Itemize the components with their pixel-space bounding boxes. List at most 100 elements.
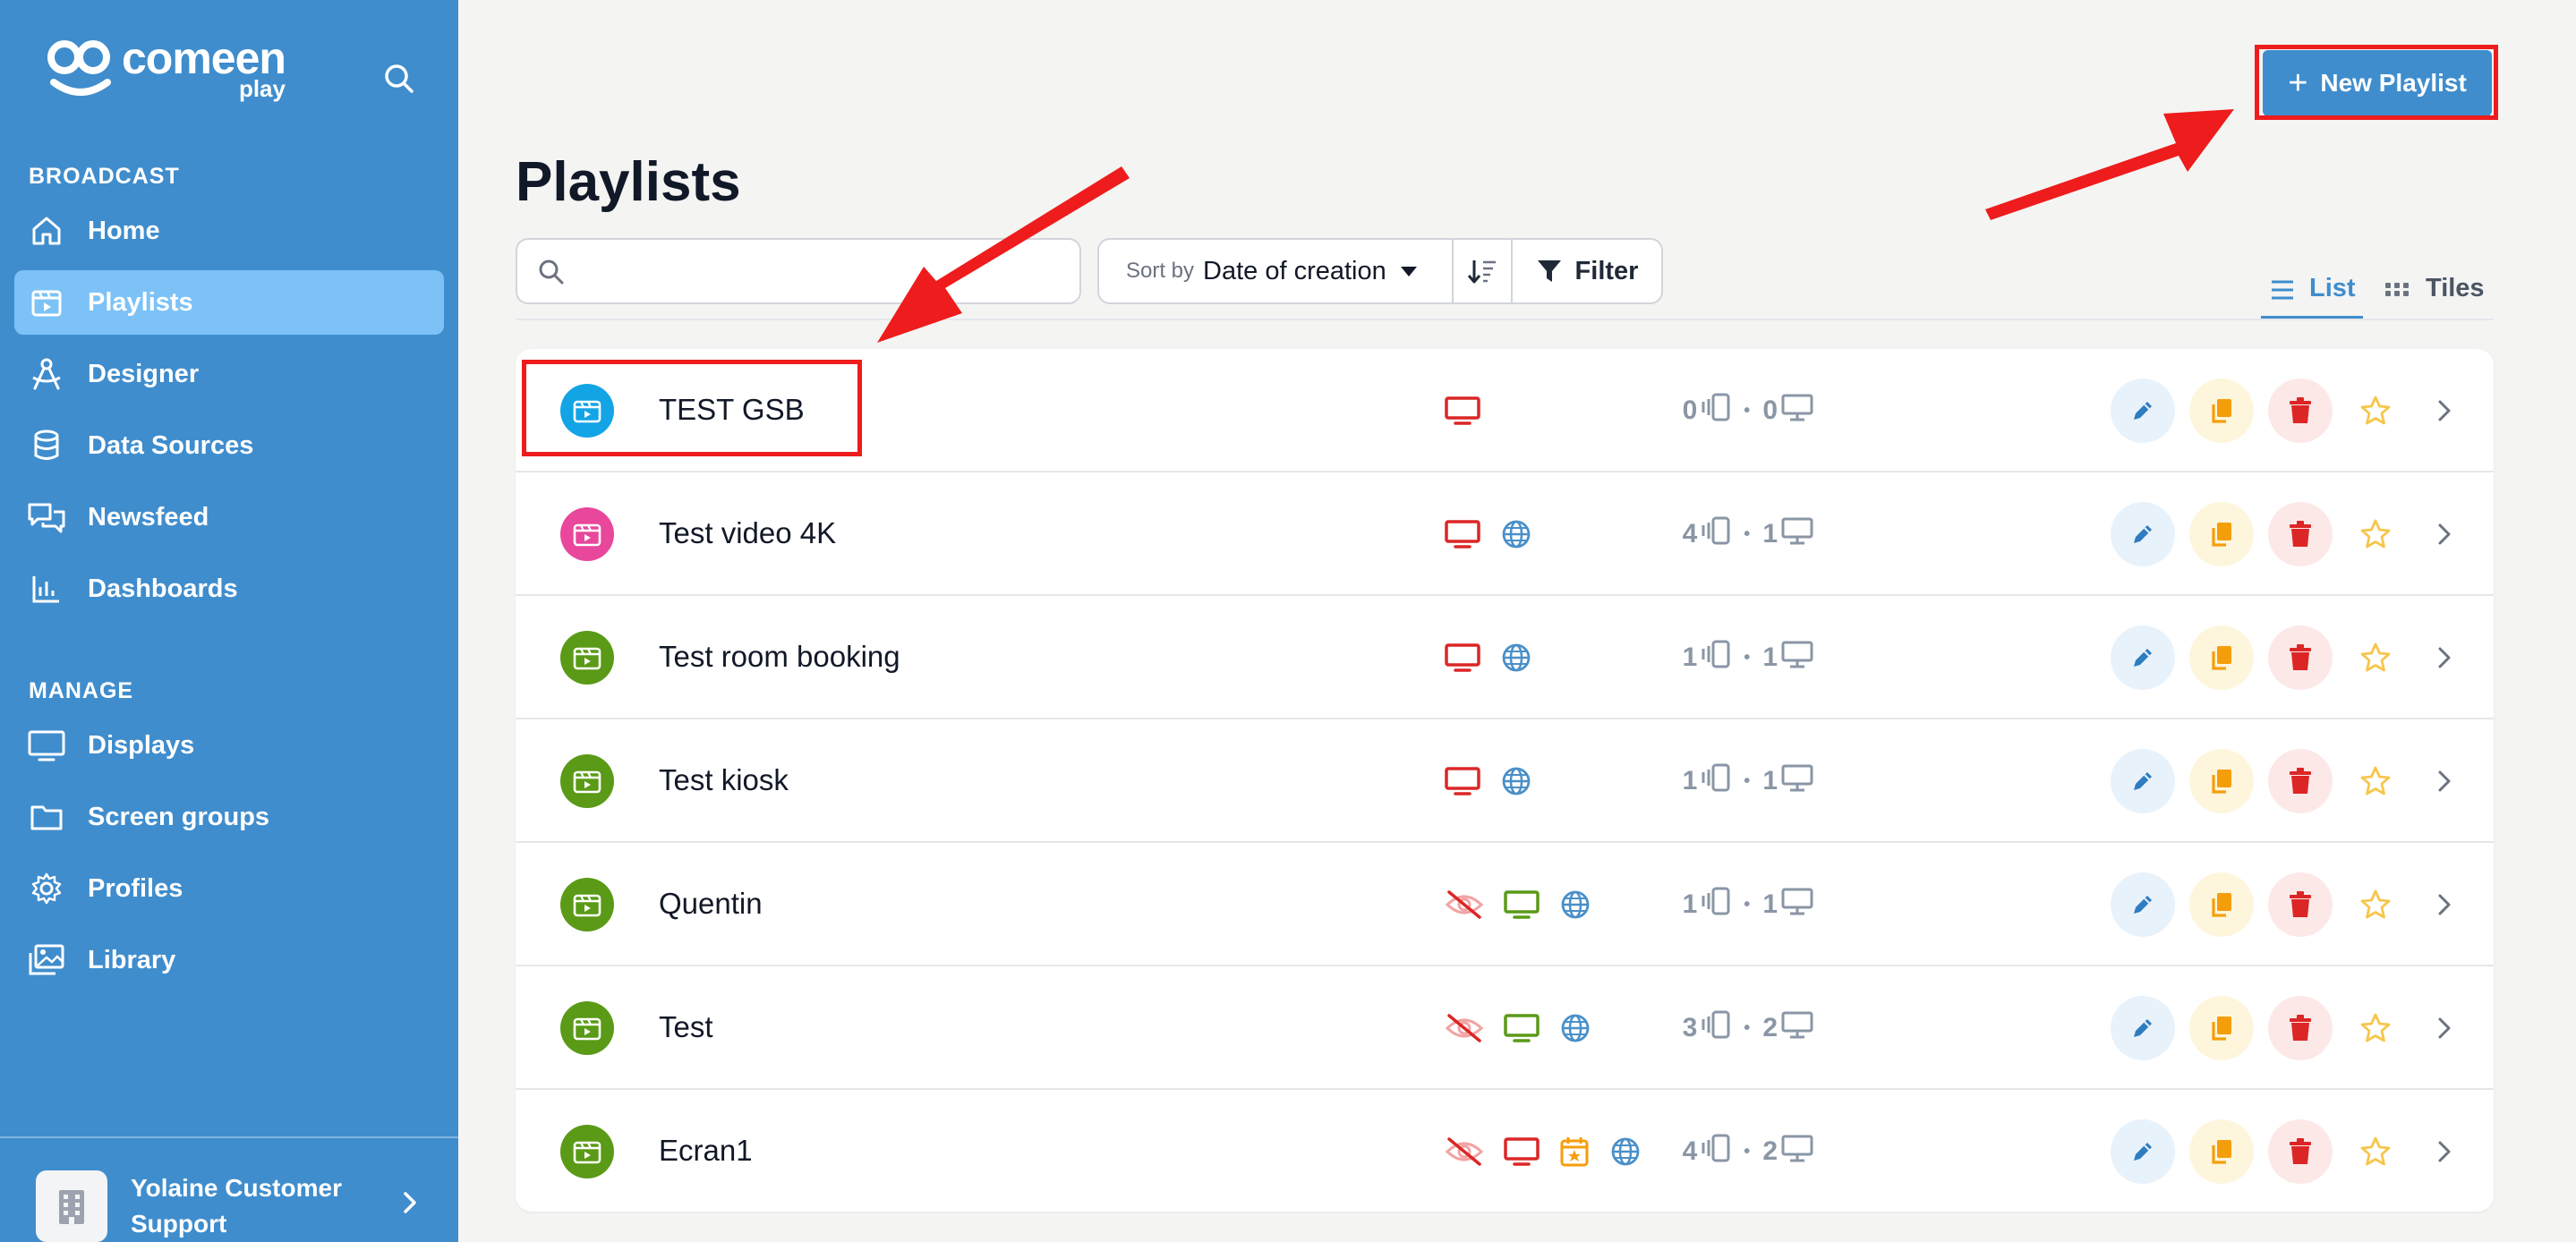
trash-icon: [2288, 396, 2313, 425]
duplicate-button[interactable]: [2189, 996, 2254, 1060]
annotation-highlight-test-gsb: [522, 360, 862, 456]
edit-button[interactable]: [2111, 996, 2175, 1060]
screen-icon: [1778, 762, 1813, 800]
edit-button[interactable]: [2111, 749, 2175, 813]
playlist-status: [1445, 763, 1552, 799]
duplicate-button[interactable]: [2189, 749, 2254, 813]
playlist-status: [1445, 1010, 1611, 1046]
filter-button[interactable]: Filter: [1513, 240, 1661, 302]
search-input[interactable]: [580, 252, 1063, 292]
delete-button[interactable]: [2268, 502, 2333, 566]
playlist-row[interactable]: Test room booking 1 • 1: [516, 596, 2494, 719]
screen-count: 1: [1762, 642, 1778, 672]
screen-icon: [1778, 392, 1813, 430]
screen-count: 1: [1762, 766, 1778, 795]
playlist-row[interactable]: Ecran1 4 • 2: [516, 1090, 2494, 1213]
star-icon[interactable]: [2359, 518, 2392, 555]
sidebar-item-data-sources[interactable]: Data Sources: [14, 413, 444, 478]
star-icon[interactable]: [2359, 889, 2392, 925]
duplicate-button[interactable]: [2189, 1119, 2254, 1184]
sidebar-item-profiles[interactable]: Profiles: [14, 856, 444, 921]
playlist-row[interactable]: Quentin 1 • 1: [516, 843, 2494, 966]
device-icon: [1697, 1009, 1731, 1047]
star-icon[interactable]: [2359, 642, 2392, 678]
chevron-right-icon[interactable]: [2435, 645, 2454, 675]
delete-button[interactable]: [2268, 1119, 2333, 1184]
device-icon: [1697, 886, 1731, 923]
sort-direction-button[interactable]: [1454, 240, 1513, 302]
eye-off-icon: [1445, 1013, 1484, 1043]
playlist-name[interactable]: Quentin: [659, 887, 763, 921]
view-list-tab[interactable]: List: [2261, 274, 2363, 320]
sidebar-item-designer[interactable]: Designer: [14, 342, 444, 406]
screen-icon: [1778, 639, 1813, 676]
star-icon[interactable]: [2359, 765, 2392, 802]
star-icon[interactable]: [2359, 1136, 2392, 1172]
sidebar-item-library[interactable]: Library: [14, 928, 444, 992]
comeen-logo[interactable]: comeen play: [45, 36, 286, 104]
playlist-name[interactable]: Ecran1: [659, 1134, 753, 1168]
chevron-right-icon[interactable]: [2435, 1139, 2454, 1169]
duplicate-button[interactable]: [2189, 379, 2254, 443]
duplicate-button[interactable]: [2189, 872, 2254, 937]
search-icon[interactable]: [381, 61, 417, 97]
sidebar-item-dashboards[interactable]: Dashboards: [14, 557, 444, 621]
view-tabs-divider: [516, 319, 2494, 320]
delete-button[interactable]: [2268, 872, 2333, 937]
sort-select[interactable]: Sort by Date of creation: [1099, 240, 1454, 302]
delete-button[interactable]: [2268, 625, 2333, 690]
sort-value: Date of creation: [1203, 256, 1386, 285]
playlist-status: [1445, 516, 1552, 552]
playlist-counts: 4 • 1: [1625, 516, 1813, 552]
annotation-highlight-new-playlist: [2255, 45, 2498, 120]
playlist-row[interactable]: Test video 4K 4 • 1: [516, 472, 2494, 596]
playlist-counts: 1 • 1: [1625, 763, 1813, 799]
playlist-name[interactable]: Test kiosk: [659, 763, 789, 797]
view-tiles-tab[interactable]: Tiles: [2384, 274, 2485, 320]
playlist-name[interactable]: Test room booking: [659, 640, 900, 674]
chevron-right-icon[interactable]: [2435, 398, 2454, 428]
database-icon: [27, 426, 66, 465]
sidebar-item-playlists[interactable]: Playlists: [14, 270, 444, 335]
playlist-name[interactable]: Test: [659, 1010, 713, 1044]
copy-icon: [2207, 890, 2236, 919]
delete-button[interactable]: [2268, 749, 2333, 813]
edit-button[interactable]: [2111, 872, 2175, 937]
playlist-name[interactable]: Test video 4K: [659, 516, 836, 550]
copy-icon: [2207, 520, 2236, 549]
star-icon[interactable]: [2359, 395, 2392, 431]
sidebar-item-screen-groups[interactable]: Screen groups: [14, 785, 444, 849]
duplicate-button[interactable]: [2189, 625, 2254, 690]
display-status-icon: [1445, 766, 1480, 796]
edit-button[interactable]: [2111, 1119, 2175, 1184]
display-status-icon: [1445, 519, 1480, 549]
playlist-counts: 4 • 2: [1625, 1134, 1813, 1170]
delete-button[interactable]: [2268, 996, 2333, 1060]
search-field[interactable]: [516, 238, 1081, 304]
edit-button[interactable]: [2111, 379, 2175, 443]
playlist-status: [1445, 393, 1500, 429]
sidebar-item-displays[interactable]: Displays: [14, 713, 444, 778]
star-icon[interactable]: [2359, 1012, 2392, 1049]
duplicate-button[interactable]: [2189, 502, 2254, 566]
playlist-row[interactable]: Test kiosk 1 • 1: [516, 719, 2494, 843]
section-title-broadcast: BROADCAST: [29, 164, 180, 189]
sidebar-item-home[interactable]: Home: [14, 199, 444, 263]
edit-button[interactable]: [2111, 625, 2175, 690]
pencil-icon: [2128, 396, 2157, 425]
delete-button[interactable]: [2268, 379, 2333, 443]
trash-icon: [2288, 1014, 2313, 1042]
filter-icon: [1537, 260, 1561, 282]
count-separator: •: [1744, 400, 1751, 421]
chevron-right-icon[interactable]: [2435, 522, 2454, 551]
playlist-row[interactable]: Test 3 • 2: [516, 966, 2494, 1090]
view-tiles-label: Tiles: [2426, 274, 2485, 302]
edit-button[interactable]: [2111, 502, 2175, 566]
organization-switcher[interactable]: Yolaine Customer Support: [0, 1136, 458, 1242]
device-icon: [1697, 392, 1731, 430]
sidebar-item-newsfeed[interactable]: Newsfeed: [14, 485, 444, 549]
chevron-right-icon[interactable]: [2435, 1016, 2454, 1045]
chevron-right-icon[interactable]: [2435, 892, 2454, 922]
chevron-right-icon[interactable]: [2435, 769, 2454, 798]
logo-name: comeen: [122, 33, 286, 83]
